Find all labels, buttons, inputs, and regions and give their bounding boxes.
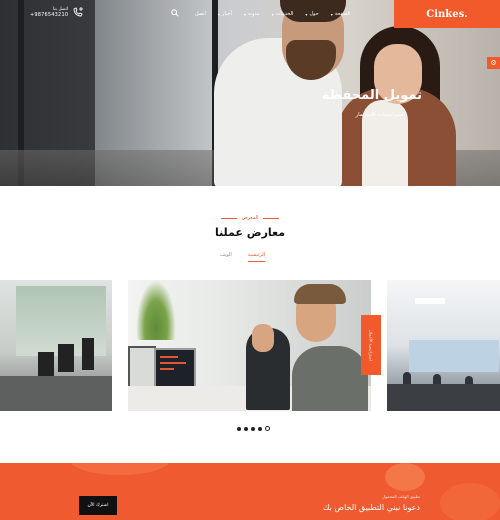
person-hair: [294, 284, 346, 304]
monitor: [58, 344, 74, 372]
monitor: [82, 338, 94, 370]
chevron-down-icon: ▾: [330, 11, 333, 17]
main-menu: ▾ الصفحة ▾ حول ▾ الخدمات ▾ مدونة ▾ أخبار اتصل: [195, 0, 350, 28]
section-title: معارض عملنا: [214, 226, 286, 239]
slider-dot[interactable]: [244, 426, 248, 431]
menu-item-label: أخبار: [221, 11, 232, 17]
decorative-shape: [70, 463, 170, 475]
desk: [0, 376, 112, 411]
menu-item-news[interactable]: ▾ أخبار: [218, 11, 232, 17]
menu-item-about[interactable]: ▾ حول: [305, 11, 318, 17]
phone-contact[interactable]: اتصل بنا +9876543210: [30, 6, 84, 18]
office-window: [409, 340, 499, 372]
person: [292, 346, 368, 411]
section-label: المعرض: [0, 215, 500, 221]
slider-dot[interactable]: [251, 426, 255, 431]
brand-logo[interactable]: Cinkes.: [394, 0, 500, 28]
menu-item-label: اتصل: [195, 11, 206, 17]
menu-item-label: حول: [309, 11, 319, 17]
portfolio-tabs: الويب الرئيسية: [220, 252, 266, 262]
portfolio-card-featured[interactable]: [128, 280, 371, 411]
divider: [262, 217, 279, 219]
top-navigation: Cinkes. ▾ الصفحة ▾ حول ▾ الخدمات ▾ مدونة ▾ أخ…: [0, 0, 500, 28]
decorative-shape: [385, 463, 425, 491]
monitor: [38, 352, 54, 376]
menu-item-label: الصفحة: [334, 11, 351, 17]
page: تمويل المحفظة استراتيجيات الاستثمار Cink…: [0, 0, 500, 520]
screen-bar: [160, 362, 186, 364]
screen-bar: [160, 368, 174, 370]
section-label-text: المعرض: [241, 215, 259, 221]
menu-item-services[interactable]: ▾ الخدمات: [272, 11, 294, 17]
decorative-shape: [440, 483, 500, 520]
chevron-down-icon: ▾: [243, 11, 246, 17]
tab-home[interactable]: الرئيسية: [247, 252, 266, 262]
hero-subtitle: استراتيجيات الاستثمار: [355, 112, 405, 118]
slider-dot-active[interactable]: [265, 426, 270, 431]
screen-bar: [160, 356, 178, 358]
menu-item-page[interactable]: ▾ الصفحة: [331, 11, 351, 17]
portfolio-card[interactable]: [387, 280, 500, 411]
divider: [221, 217, 238, 219]
chevron-down-icon: ▾: [305, 11, 308, 17]
chevron-down-icon: ▾: [217, 11, 220, 17]
slider-dot[interactable]: [258, 426, 262, 431]
cta-button[interactable]: اشترك الآن: [79, 496, 117, 515]
phone-text: اتصل بنا +9876543210: [30, 7, 68, 18]
laptop-screen: [154, 348, 196, 388]
portfolio-card[interactable]: [0, 280, 112, 411]
phone-plus-icon: [73, 7, 84, 17]
cta-small-text: تطبيق الهاتف المحمول: [382, 494, 420, 499]
tab-web[interactable]: الويب: [220, 252, 232, 262]
menu-item-label: مدونة: [247, 11, 260, 17]
menu-item-blog[interactable]: ▾ مدونة: [244, 11, 260, 17]
search-icon[interactable]: [171, 9, 179, 17]
cta-banner: [0, 463, 500, 520]
chevron-down-icon: ▾: [271, 11, 274, 17]
card-tag[interactable]: استراتيجية الأعمال: [361, 315, 381, 375]
person-face: [252, 324, 274, 352]
menu-item-contact[interactable]: اتصل: [195, 11, 206, 17]
phone-number: +9876543210: [30, 11, 69, 18]
ceiling-light: [415, 298, 445, 304]
gear-icon[interactable]: ⚙: [487, 57, 500, 69]
menu-item-label: الخدمات: [275, 11, 294, 17]
hero-title: تمويل المحفظة: [321, 88, 422, 103]
plant: [136, 280, 176, 340]
cta-title: دعونا نبني التطبيق الخاص بك: [322, 503, 420, 512]
slider-dots: [237, 426, 270, 431]
slider-dot[interactable]: [237, 426, 241, 431]
desk: [387, 384, 500, 411]
